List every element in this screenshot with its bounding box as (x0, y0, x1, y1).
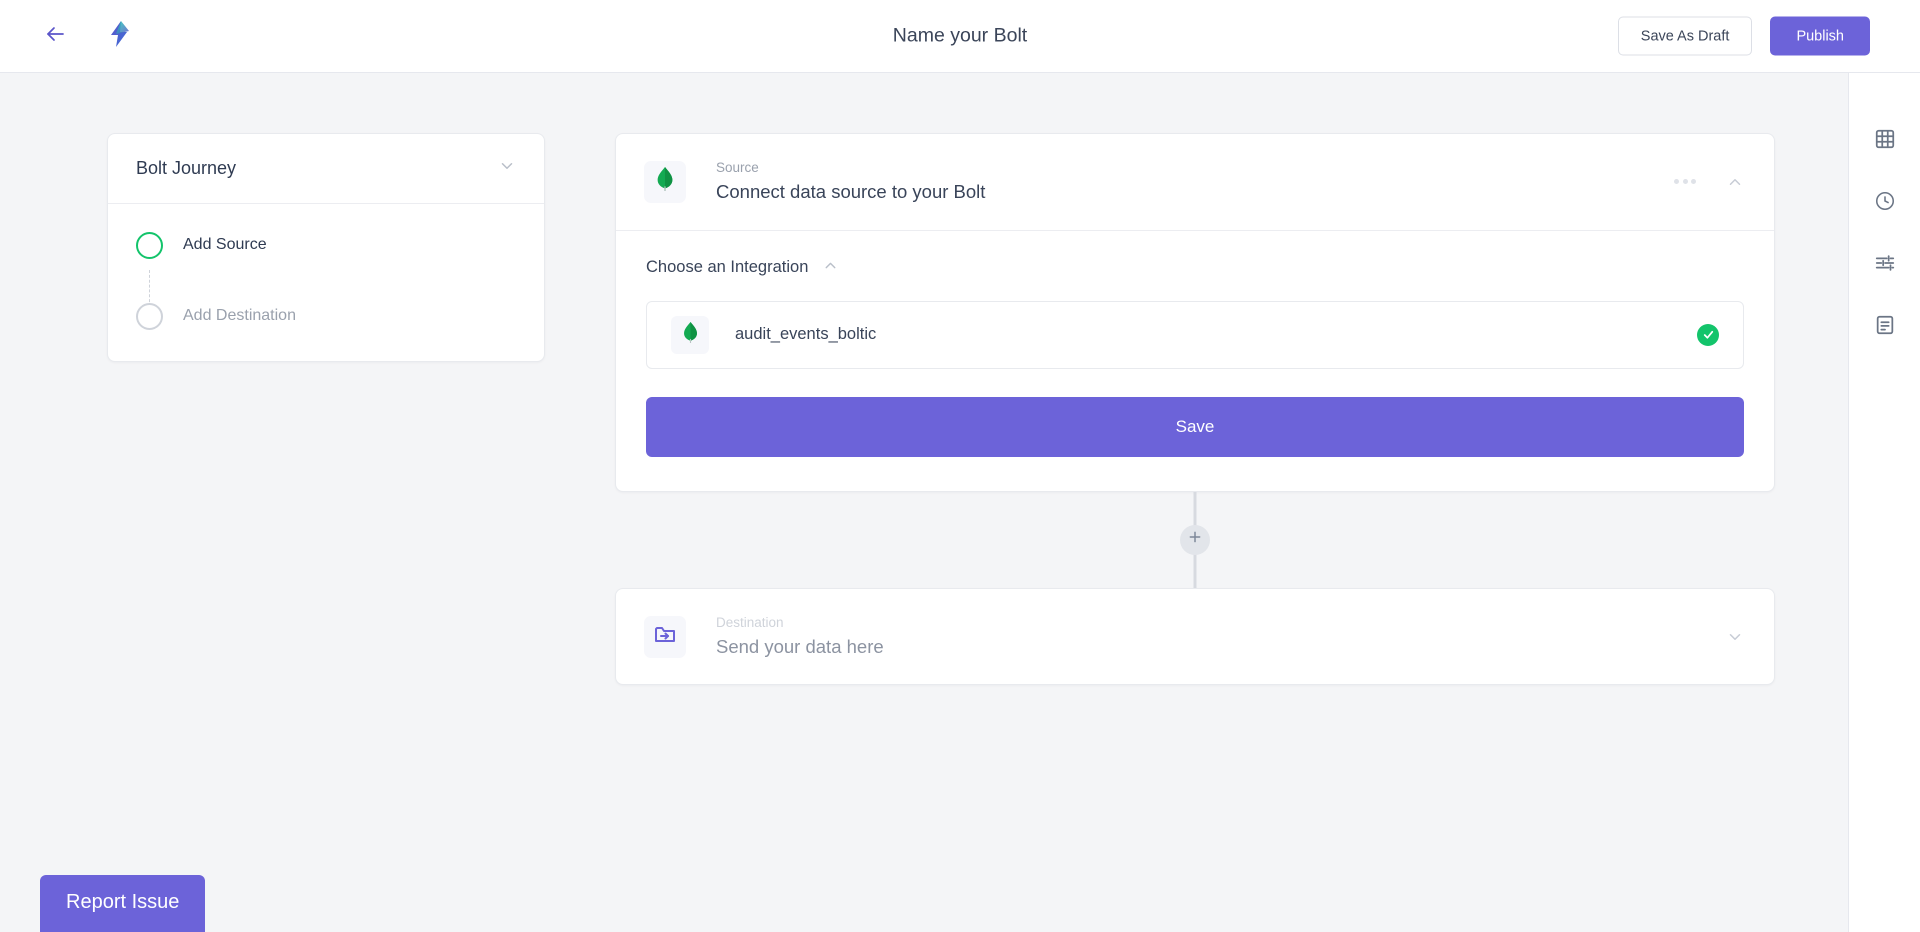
destination-card-text: Destination Send your data here (716, 613, 884, 661)
header-actions: Save As Draft Publish (1617, 16, 1870, 56)
step-connector-line (149, 270, 150, 307)
clock-icon (1874, 190, 1896, 217)
grid-icon (1874, 128, 1896, 155)
bolt-journey-steps: Add Source Add Destination (108, 204, 544, 361)
bolt-journey-title: Bolt Journey (136, 158, 237, 178)
source-card: Source Connect data source to your Bolt … (615, 133, 1775, 492)
save-button[interactable]: Save (646, 396, 1744, 457)
destination-card-actions (1726, 628, 1744, 646)
chevron-up-icon[interactable] (822, 257, 839, 279)
sidebar-item-add-source[interactable]: Add Source (136, 230, 516, 260)
sliders-icon (1874, 252, 1896, 279)
source-card-text: Source Connect data source to your Bolt (716, 158, 985, 206)
step-status-ring-pending (136, 302, 163, 330)
sidebar-item-label: Add Source (183, 236, 267, 253)
back-button[interactable] (38, 19, 72, 53)
source-card-title: Connect data source to your Bolt (716, 180, 986, 202)
step-status-ring-active (136, 231, 163, 259)
flow-canvas: Bolt Journey Add Source Add Destination (0, 73, 1848, 932)
flow-column: Source Connect data source to your Bolt … (615, 133, 1775, 686)
source-card-header[interactable]: Source Connect data source to your Bolt (616, 134, 1774, 230)
bolt-logo-icon (107, 20, 133, 53)
choose-integration-header[interactable]: Choose an Integration (646, 257, 1744, 279)
document-icon (1874, 314, 1896, 341)
choose-integration-title: Choose an Integration (646, 258, 809, 277)
rail-item-history[interactable] (1872, 190, 1898, 216)
mongodb-leaf-icon (655, 167, 675, 196)
destination-icon-tile (644, 615, 686, 658)
chevron-down-icon[interactable] (498, 157, 516, 180)
flow-connector (615, 491, 1775, 588)
source-card-kicker: Source (716, 160, 759, 175)
chevron-down-icon[interactable] (1726, 628, 1744, 646)
destination-card-header[interactable]: Destination Send your data here (616, 589, 1774, 685)
report-issue-button[interactable]: Report Issue (40, 875, 206, 932)
sidebar-item-add-destination[interactable]: Add Destination (136, 301, 516, 331)
bolt-journey-header[interactable]: Bolt Journey (108, 134, 544, 204)
bolt-journey-panel: Bolt Journey Add Source Add Destination (107, 133, 545, 362)
integration-name: audit_events_boltic (735, 325, 877, 344)
destination-card-title: Send your data here (716, 635, 884, 657)
integration-icon-tile (671, 315, 709, 354)
rail-item-settings[interactable] (1872, 252, 1898, 278)
sidebar-item-label: Add Destination (183, 307, 296, 324)
rail-item-table-view[interactable] (1872, 128, 1898, 154)
destination-card[interactable]: Destination Send your data here (615, 587, 1775, 686)
source-icon-tile (644, 160, 686, 203)
folder-arrow-icon (653, 622, 677, 651)
source-card-body: Choose an Integration audit_events_bolti… (616, 231, 1774, 491)
mongodb-leaf-icon (682, 321, 699, 348)
publish-button[interactable]: Publish (1770, 16, 1870, 56)
app-header: Name your Bolt Save As Draft Publish (0, 0, 1920, 73)
arrow-left-icon (43, 22, 67, 51)
add-step-button[interactable] (1180, 524, 1210, 555)
more-options-icon[interactable] (1674, 179, 1696, 185)
source-card-actions (1674, 173, 1744, 191)
right-sidebar (1848, 73, 1920, 932)
check-circle-icon (1697, 323, 1719, 346)
bolt-logo-button[interactable] (103, 19, 137, 53)
rail-item-logs[interactable] (1872, 314, 1898, 340)
plus-icon (1187, 529, 1203, 550)
page-title: Name your Bolt (892, 24, 1028, 47)
save-as-draft-button[interactable]: Save As Draft (1617, 16, 1753, 56)
integration-option-row[interactable]: audit_events_boltic (646, 300, 1744, 369)
chevron-up-icon[interactable] (1726, 173, 1744, 191)
destination-card-kicker: Destination (716, 614, 784, 630)
